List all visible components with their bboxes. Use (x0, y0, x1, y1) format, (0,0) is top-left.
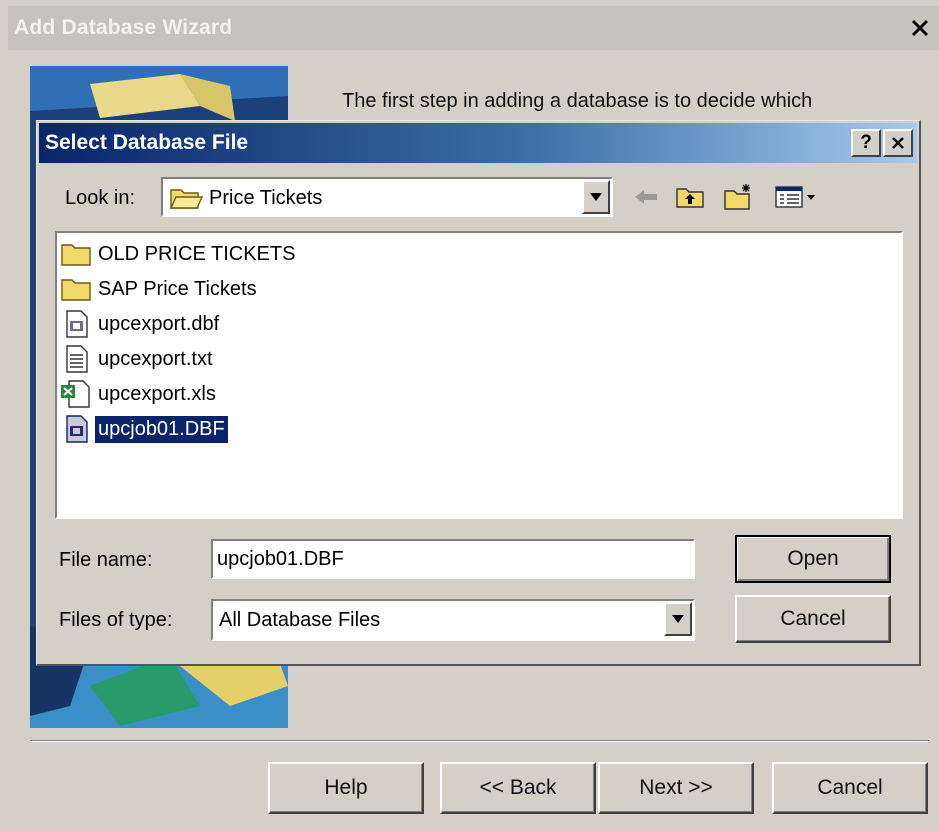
list-item[interactable]: upcexport.txt (59, 342, 216, 376)
create-new-folder-button[interactable] (721, 181, 755, 213)
list-item[interactable]: SAP Price Tickets (59, 272, 260, 306)
files-of-type-label: Files of type: (59, 609, 173, 631)
chevron-down-icon (590, 193, 602, 201)
list-item[interactable]: OLD PRICE TICKETS (59, 237, 298, 271)
up-one-level-button[interactable] (673, 181, 707, 213)
wizard-cancel-button[interactable]: Cancel (772, 762, 928, 814)
list-item[interactable]: upcexport.xls (59, 377, 219, 411)
help-button-label: Help (324, 776, 368, 799)
file-name: upcexport.dbf (98, 312, 220, 335)
dialog-cancel-button[interactable]: Cancel (735, 595, 891, 643)
file-name-input[interactable] (211, 539, 695, 579)
close-icon (892, 137, 904, 149)
back-button-label: << Back (479, 776, 557, 799)
chevron-down-icon (672, 615, 684, 623)
open-button-label: Open (787, 547, 839, 570)
files-of-type-value: All Database Files (219, 609, 381, 631)
dialog-close-button[interactable] (883, 129, 913, 157)
wizard-intro-text: The first step in adding a database is t… (342, 90, 813, 112)
open-button[interactable]: Open (735, 535, 891, 583)
dialog-titlebar[interactable]: Select Database File ? (39, 123, 917, 163)
close-icon (911, 19, 929, 37)
next-button-label: Next >> (639, 776, 713, 799)
wizard-close-button[interactable] (905, 13, 935, 43)
wizard-next-button[interactable]: Next >> (598, 762, 754, 814)
dialog-cancel-button-label: Cancel (780, 607, 846, 630)
file-name: upcexport.xls (98, 382, 216, 405)
wizard-cancel-button-label: Cancel (817, 776, 883, 799)
wizard-help-button[interactable]: Help (268, 762, 424, 814)
view-menu-button[interactable] (771, 181, 819, 213)
back-button[interactable] (629, 181, 663, 213)
look-in-dropdown[interactable]: Price Tickets (161, 177, 613, 217)
file-name: OLD PRICE TICKETS (98, 242, 296, 265)
open-folder-icon (169, 189, 203, 209)
wizard-back-button[interactable]: << Back (440, 762, 596, 814)
wizard-title: Add Database Wizard (14, 16, 233, 39)
look-in-label: Look in: (65, 187, 136, 209)
file-name: SAP Price Tickets (98, 277, 257, 300)
file-name: upcexport.txt (98, 347, 213, 370)
dialog-title: Select Database File (45, 131, 249, 154)
look-in-value: Price Tickets (209, 187, 323, 209)
wizard-titlebar[interactable]: Add Database Wizard (8, 6, 939, 50)
file-name-label: File name: (59, 549, 153, 571)
list-item[interactable]: upcexport.dbf (59, 307, 222, 341)
dialog-help-button[interactable]: ? (851, 129, 881, 157)
files-of-type-select[interactable]: All Database Files (211, 599, 695, 641)
file-list[interactable]: OLD PRICE TICKETS SAP Price Tickets upce… (55, 231, 903, 519)
up-one-level-icon (676, 188, 704, 208)
text-file-icon (66, 345, 88, 373)
select-database-file-dialog: Select Database File ? Look in: Price Ti… (36, 120, 921, 666)
help-question-icon: ? (860, 132, 872, 153)
dbf-file-icon (66, 310, 88, 338)
new-folder-icon (724, 184, 750, 210)
folder-icon (61, 244, 91, 266)
dbf-file-icon (66, 415, 88, 443)
folder-icon (61, 279, 91, 301)
file-name: upcjob01.DBF (95, 415, 228, 443)
view-menu-icon (775, 186, 815, 208)
files-of-type-dropdown-arrow[interactable] (664, 602, 692, 636)
excel-file-icon (61, 380, 90, 408)
look-in-dropdown-arrow[interactable] (582, 180, 610, 214)
list-item-selected[interactable]: upcjob01.DBF (59, 412, 228, 446)
wizard-separator (30, 740, 929, 742)
back-arrow-icon (635, 190, 657, 204)
